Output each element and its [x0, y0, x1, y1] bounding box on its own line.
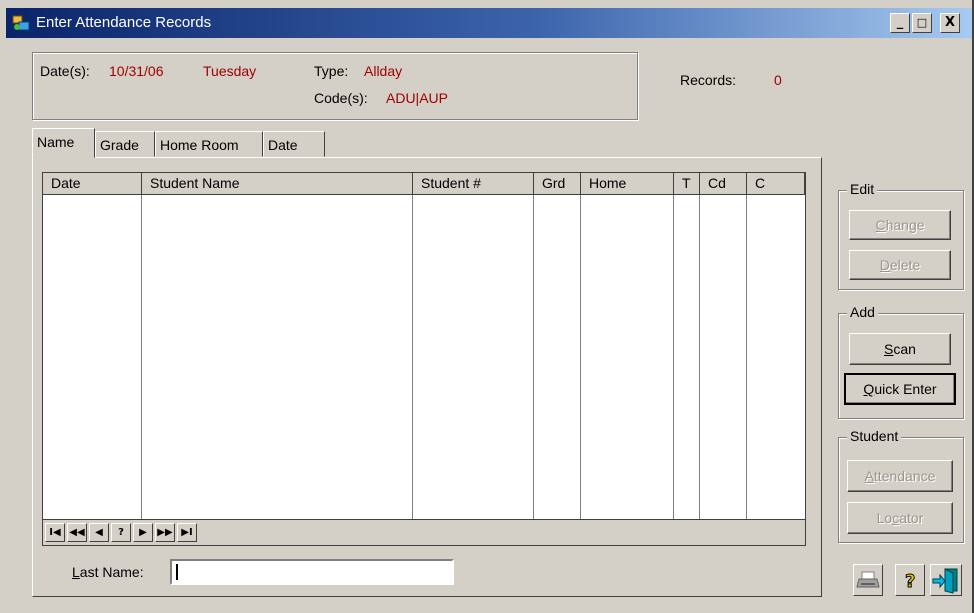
- student-group-title: Student: [847, 428, 902, 444]
- record-navigator: I◀ ◀◀ ◀ ? ▶ ▶▶ ▶I: [43, 519, 805, 545]
- column-divider: [699, 195, 700, 521]
- help-icon: ?: [905, 571, 916, 593]
- app-icon: [12, 15, 30, 31]
- window-title: Enter Attendance Records: [36, 14, 212, 31]
- change-button[interactable]: Change: [849, 210, 951, 240]
- last-record-button[interactable]: ▶I: [177, 523, 197, 542]
- search-record-button[interactable]: ?: [111, 523, 131, 542]
- column-divider: [533, 195, 534, 521]
- close-button[interactable]: X: [940, 13, 960, 33]
- column-divider: [673, 195, 674, 521]
- svg-text:?: ?: [905, 571, 915, 592]
- tab-home-room[interactable]: Home Room: [155, 131, 263, 157]
- type-value: Allday: [364, 63, 403, 79]
- column-divider: [746, 195, 747, 521]
- quick-enter-button[interactable]: Quick Enter: [844, 373, 956, 405]
- maximize-button[interactable]: □: [912, 13, 932, 33]
- codes-value: ADU|AUP: [386, 90, 448, 106]
- dates-label: Date(s):: [40, 63, 90, 79]
- tab-grade[interactable]: Grade: [95, 131, 155, 157]
- first-record-button[interactable]: I◀: [45, 523, 65, 542]
- attendance-window: Enter Attendance Records _ □ X Date(s): …: [0, 0, 974, 613]
- next-record-button[interactable]: ▶: [133, 523, 153, 542]
- column-header-student-name[interactable]: Student Name: [142, 173, 413, 195]
- column-header-home[interactable]: Home: [581, 173, 674, 195]
- type-label: Type:: [314, 63, 349, 79]
- column-header-c[interactable]: C: [747, 173, 805, 195]
- last-name-label: Last Name:: [72, 564, 144, 580]
- column-header-grade[interactable]: Grd: [534, 173, 581, 195]
- codes-label: Code(s):: [314, 90, 368, 106]
- date-value: 10/31/06: [109, 63, 164, 79]
- tab-name[interactable]: Name: [32, 128, 95, 158]
- column-header-cd[interactable]: Cd: [700, 173, 747, 195]
- scan-button[interactable]: Scan: [849, 333, 951, 365]
- printer-icon: [856, 571, 880, 588]
- previous-page-button[interactable]: ◀◀: [67, 523, 87, 542]
- previous-record-button[interactable]: ◀: [89, 523, 109, 542]
- column-divider: [412, 195, 413, 521]
- attendance-table[interactable]: Date Student Name Student # Grd Home T C…: [42, 172, 806, 546]
- delete-button[interactable]: Delete: [849, 250, 951, 280]
- next-page-button[interactable]: ▶▶: [155, 523, 175, 542]
- day-value: Tuesday: [203, 63, 257, 79]
- records-count: 0: [774, 72, 782, 88]
- column-divider: [141, 195, 142, 521]
- exit-button[interactable]: [930, 564, 962, 596]
- add-group-title: Add: [847, 304, 878, 320]
- title-bar[interactable]: Enter Attendance Records _ □ X: [6, 8, 972, 38]
- column-divider: [580, 195, 581, 521]
- tab-date[interactable]: Date: [263, 131, 325, 157]
- locator-button[interactable]: Locator: [847, 502, 953, 534]
- column-header-t[interactable]: T: [674, 173, 700, 195]
- minimize-button[interactable]: _: [890, 13, 910, 33]
- print-button[interactable]: [853, 564, 883, 596]
- text-cursor: [176, 564, 178, 580]
- exit-door-icon: [932, 568, 958, 594]
- help-button[interactable]: ?: [895, 564, 925, 596]
- records-label: Records:: [680, 72, 737, 88]
- attendance-button[interactable]: Attendance: [847, 460, 953, 492]
- edit-group-title: Edit: [847, 181, 878, 197]
- column-header-student-number[interactable]: Student #: [413, 173, 534, 195]
- last-name-input[interactable]: [170, 559, 454, 585]
- column-header-date[interactable]: Date: [43, 173, 142, 195]
